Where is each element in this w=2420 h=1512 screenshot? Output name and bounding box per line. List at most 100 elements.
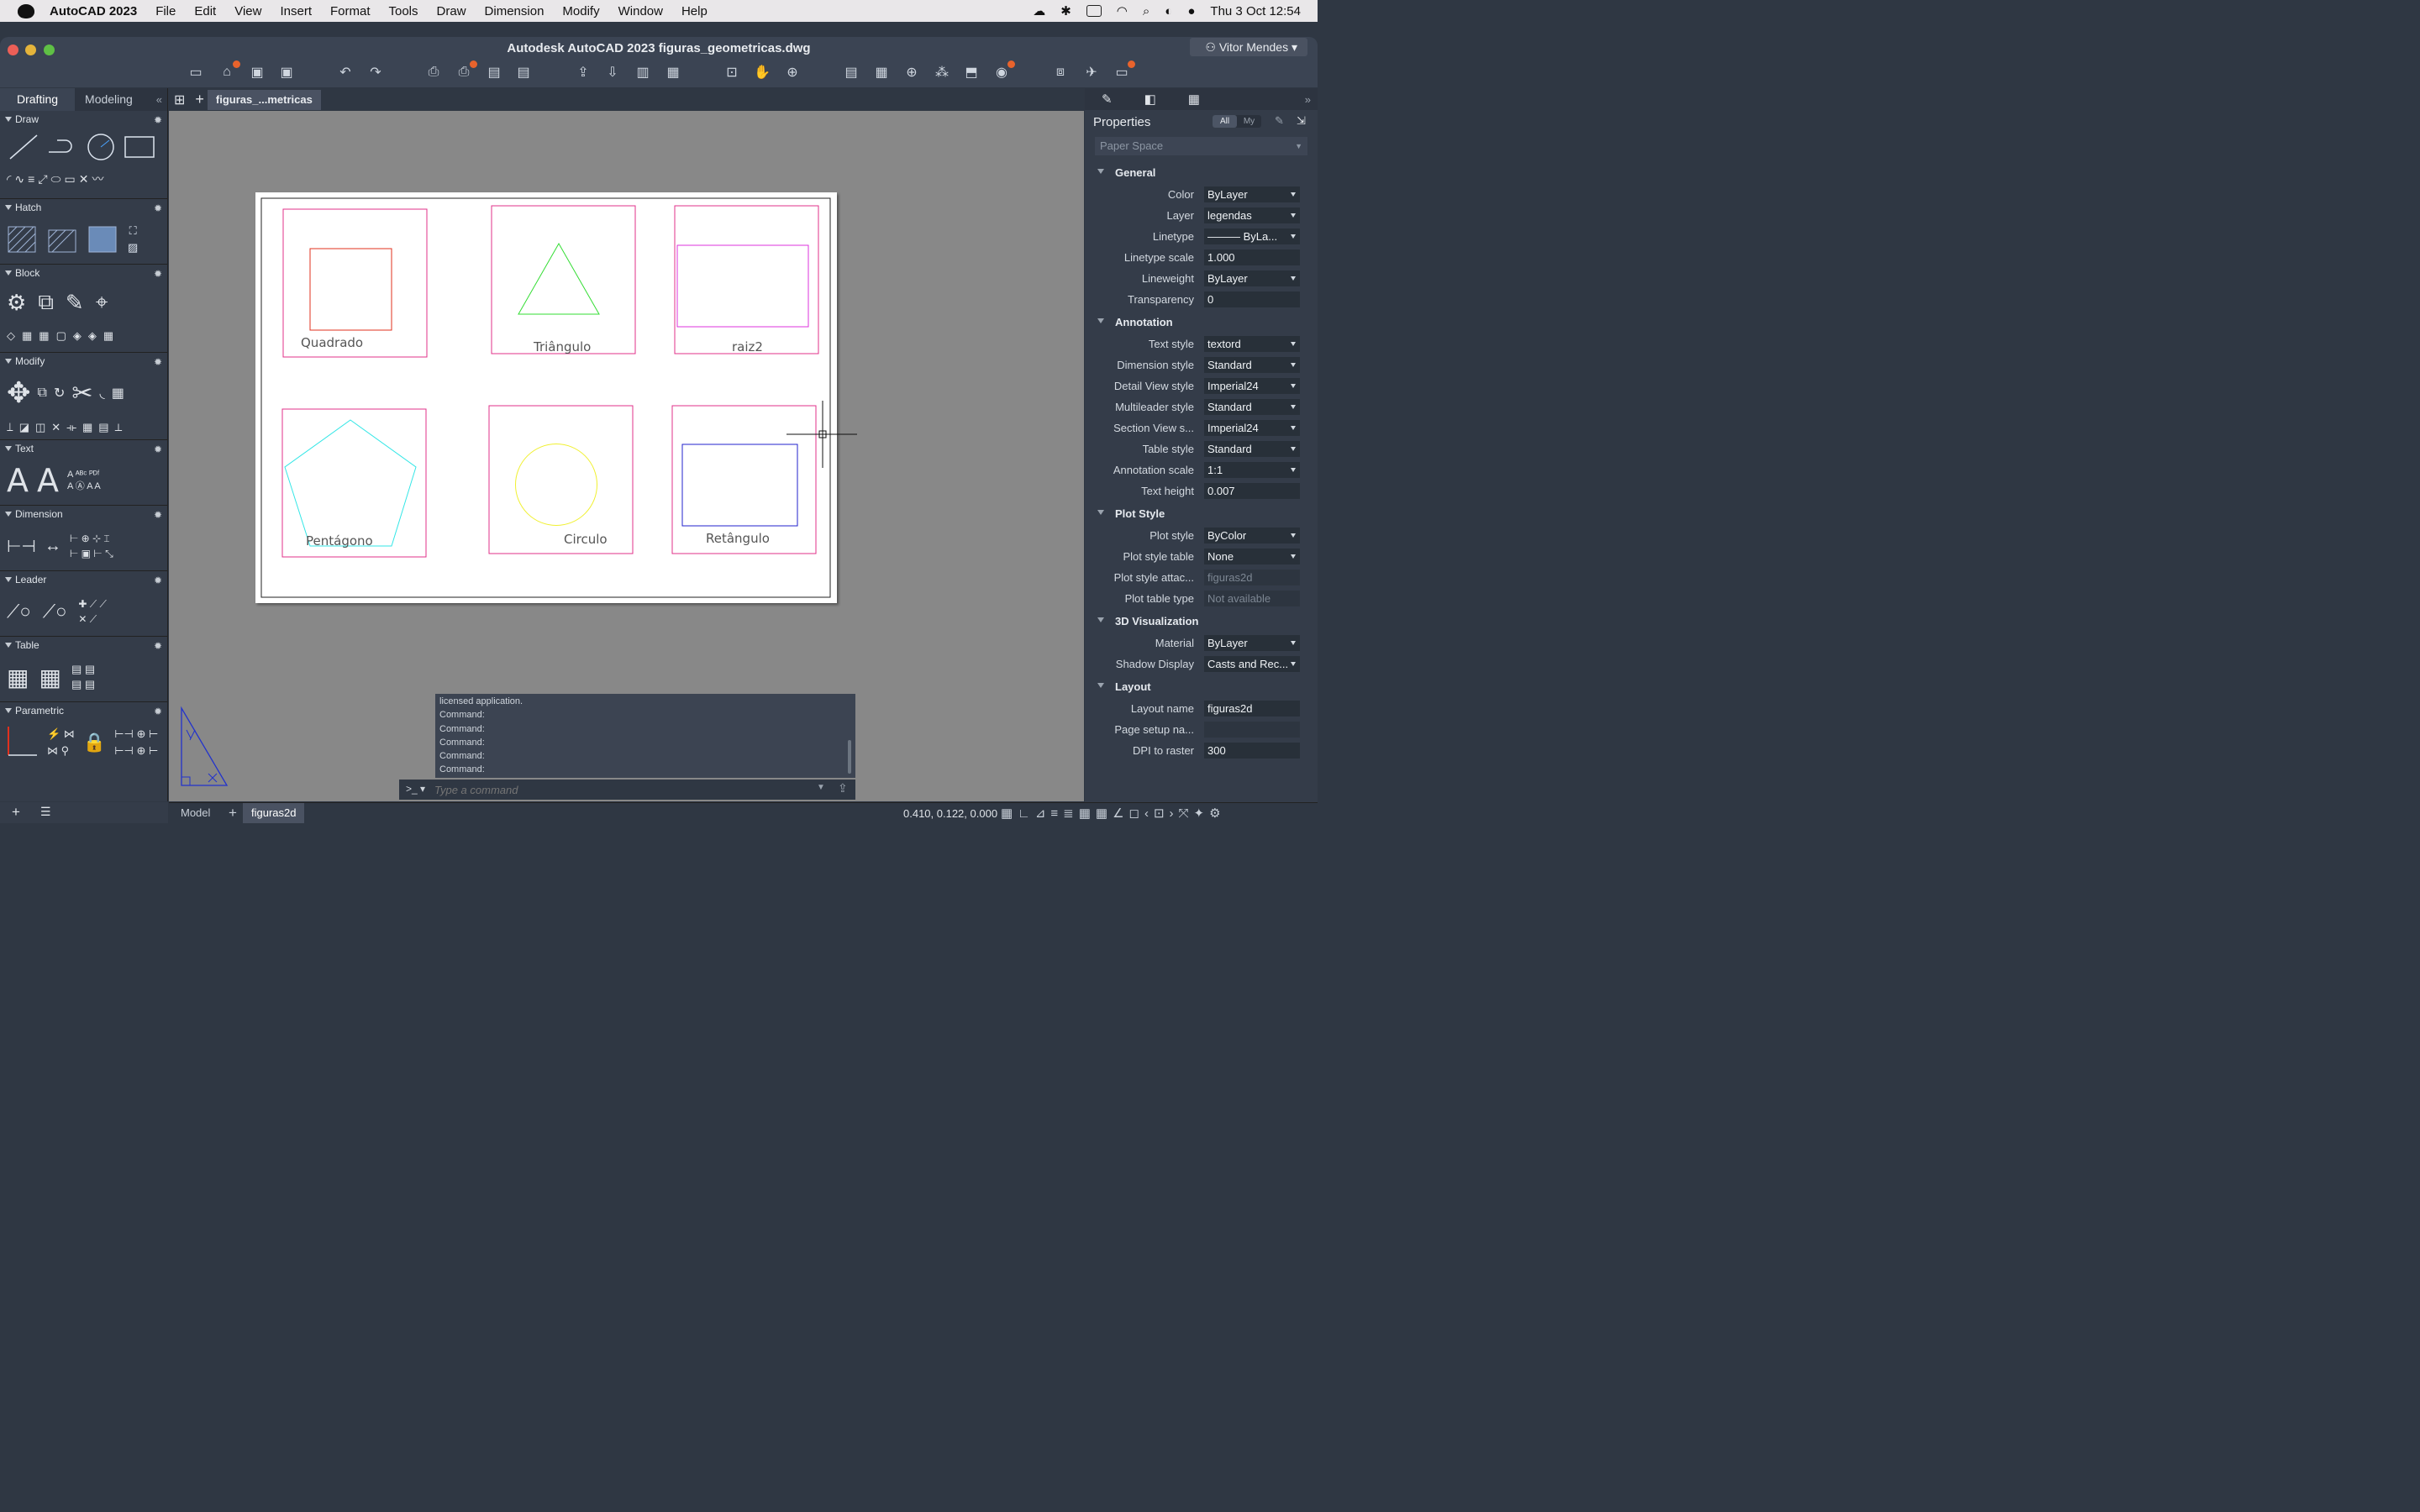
block-tool-4-icon[interactable]: ▢ [56, 329, 66, 343]
expand-panel-icon[interactable]: » [1305, 93, 1311, 106]
recent-commands-chevron-icon[interactable]: ▼ [817, 783, 825, 792]
insert-block-icon[interactable]: ⧉ [38, 289, 54, 316]
section-collapse-icon[interactable] [5, 708, 12, 713]
lengthen-icon[interactable]: ⟂ [115, 421, 123, 434]
section-collapse-icon[interactable] [5, 117, 12, 122]
property-value-field[interactable]: Imperial24 [1204, 420, 1300, 436]
zoom-window-icon[interactable]: ⊡ [723, 64, 741, 81]
leader-tools-icon[interactable]: ✚ ⟋ ⟋ ✕ ⟋ [78, 596, 107, 627]
menu-view[interactable]: View [234, 4, 261, 18]
tab-modeling[interactable]: Modeling [75, 88, 143, 111]
helix-tool-icon[interactable]: 〰 [92, 171, 103, 187]
batch-plot-icon[interactable]: ⎙ [455, 60, 477, 81]
match-properties-icon[interactable]: ▦ [872, 64, 891, 81]
raiz2-rectangle-shape[interactable] [676, 244, 809, 328]
pentagon-shape[interactable] [284, 419, 417, 547]
menu-file[interactable]: File [155, 4, 176, 18]
copy-icon[interactable]: ⧉ [38, 386, 47, 401]
section-table-title[interactable]: Table [15, 639, 39, 651]
menu-insert[interactable]: Insert [280, 4, 312, 18]
property-value-field[interactable]: ByLayer [1204, 270, 1300, 286]
gradient-tool-icon[interactable] [87, 225, 118, 254]
lock-icon[interactable]: 🔒 [83, 732, 106, 753]
add-layout-icon[interactable]: + [229, 805, 237, 822]
square-shape[interactable] [309, 248, 392, 331]
viewport-frame-triangulo[interactable] [491, 205, 636, 354]
customize-command-icon[interactable]: ⇪ [838, 781, 848, 795]
property-group-header[interactable]: General [1085, 160, 1318, 184]
select-objects-icon[interactable]: ⇲ [1297, 114, 1306, 128]
menu-window[interactable]: Window [618, 4, 663, 18]
spline-tool-icon[interactable]: ∿ [14, 172, 24, 186]
undo-icon[interactable]: ↶ [336, 64, 355, 81]
tab-drafting[interactable]: Drafting [0, 88, 76, 111]
pan-icon[interactable]: ✋ [753, 64, 771, 81]
battery-icon[interactable] [1086, 5, 1102, 17]
property-value-field[interactable]: Casts and Rec... [1204, 656, 1300, 672]
hatch-lines-icon[interactable]: ≡ [28, 172, 34, 186]
section-collapse-icon[interactable] [5, 205, 12, 210]
layer-state-icon[interactable]: ⁂ [933, 64, 951, 81]
section-collapse-icon[interactable] [5, 359, 12, 364]
property-value-field[interactable]: legendas [1204, 207, 1300, 223]
section-hatch-title[interactable]: Hatch [15, 202, 41, 213]
circle-tool-icon[interactable] [84, 132, 118, 162]
geometric-constraint-icon[interactable] [7, 725, 39, 761]
multileader-icon[interactable]: ⟋○ [7, 601, 31, 622]
property-value-field[interactable]: 0.007 [1204, 483, 1300, 499]
attribute-icon[interactable]: ⌖ [96, 289, 108, 316]
visual-style-icon[interactable]: ◉ [992, 60, 1015, 81]
hatch-edit-icon[interactable] [47, 225, 77, 254]
filter-my-button[interactable]: My [1237, 115, 1261, 128]
section-dimension-title[interactable]: Dimension [15, 508, 63, 520]
stretch-icon[interactable]: ⟘ [7, 421, 13, 434]
coordinates-readout[interactable]: 0.410, 0.122, 0.000 [903, 807, 997, 820]
publish-icon[interactable]: ▤ [514, 64, 533, 81]
property-group-header[interactable]: Layout [1085, 675, 1318, 698]
layer-isolate-icon[interactable]: ⬒ [962, 64, 981, 81]
selection-dropdown[interactable]: Paper Space ▼ [1095, 137, 1307, 155]
plot-icon[interactable]: ⎙ [424, 64, 443, 81]
offset-icon[interactable]: ▤ [98, 421, 108, 434]
properties-filter-toggle[interactable]: All My [1213, 115, 1261, 128]
section-collapse-icon[interactable] [5, 270, 12, 276]
dimensional-constraint-icon[interactable]: ⊢⊣ ⊕ ⊢ ⊢⊣ ⊕ ⊢ [114, 726, 158, 759]
collapse-palette-icon[interactable]: « [156, 93, 162, 106]
property-value-field[interactable]: Imperial24 [1204, 378, 1300, 394]
save-as-icon[interactable]: ▣ [277, 64, 296, 81]
circle-shape[interactable] [515, 444, 597, 526]
gear-icon[interactable]: ✹ [154, 444, 162, 455]
apple-icon[interactable] [18, 3, 34, 18]
menubar-clock[interactable]: Thu 3 Oct 12:54 [1210, 4, 1301, 18]
paper-sheet[interactable]: Quadrado Triângulo raiz2 Pentágono Circu… [255, 192, 837, 603]
gear-icon[interactable]: ✹ [154, 268, 162, 280]
quick-select-icon[interactable]: ✎ [1275, 114, 1284, 128]
property-value-field[interactable]: Standard [1204, 357, 1300, 373]
fillet-icon[interactable]: ◟ [99, 385, 104, 402]
text-tools-icon[interactable]: A ᴬᴮᶜ ᴾᴰᶠ A Ⓐ A A [67, 469, 101, 492]
palette-menu-icon[interactable]: ☰ [40, 805, 51, 819]
block-tool-5-icon[interactable]: ◈ [73, 329, 82, 343]
block-tool-6-icon[interactable]: ◈ [88, 329, 97, 343]
send-icon[interactable]: ✈ [1082, 64, 1101, 81]
section-modify-title[interactable]: Modify [15, 355, 45, 367]
user-account-button[interactable]: ⚇ Vitor Mendes ▾ [1190, 38, 1307, 56]
menu-modify[interactable]: Modify [562, 4, 599, 18]
attach-icon[interactable]: ▥ [634, 64, 652, 81]
table-icon[interactable]: ▦ [7, 664, 29, 691]
orbit-icon[interactable]: ⊕ [783, 64, 802, 81]
dimension-tools-icon[interactable]: ⊢ ⊕ ⊹ ⌶ ⊢ ▣ ⊢ ⤡ [70, 531, 113, 561]
add-palette-icon[interactable]: + [12, 804, 20, 821]
control-center-icon[interactable]: ◐ [1165, 4, 1172, 18]
section-block-title[interactable]: Block [15, 267, 39, 279]
command-scrollbar[interactable] [848, 740, 851, 774]
gear-icon[interactable]: ✹ [154, 575, 162, 586]
properties-tab-icon[interactable]: ✎ [1102, 92, 1113, 107]
arc-tool-icon[interactable]: ◜ [7, 172, 11, 186]
table-style-icon[interactable]: ▦ [39, 664, 60, 691]
section-text-title[interactable]: Text [15, 443, 34, 454]
multiline-text-icon[interactable]: A [7, 462, 29, 499]
property-group-header[interactable]: Annotation [1085, 310, 1318, 333]
menu-tools[interactable]: Tools [389, 4, 418, 18]
markup-icon[interactable]: ▭ [1113, 60, 1135, 81]
